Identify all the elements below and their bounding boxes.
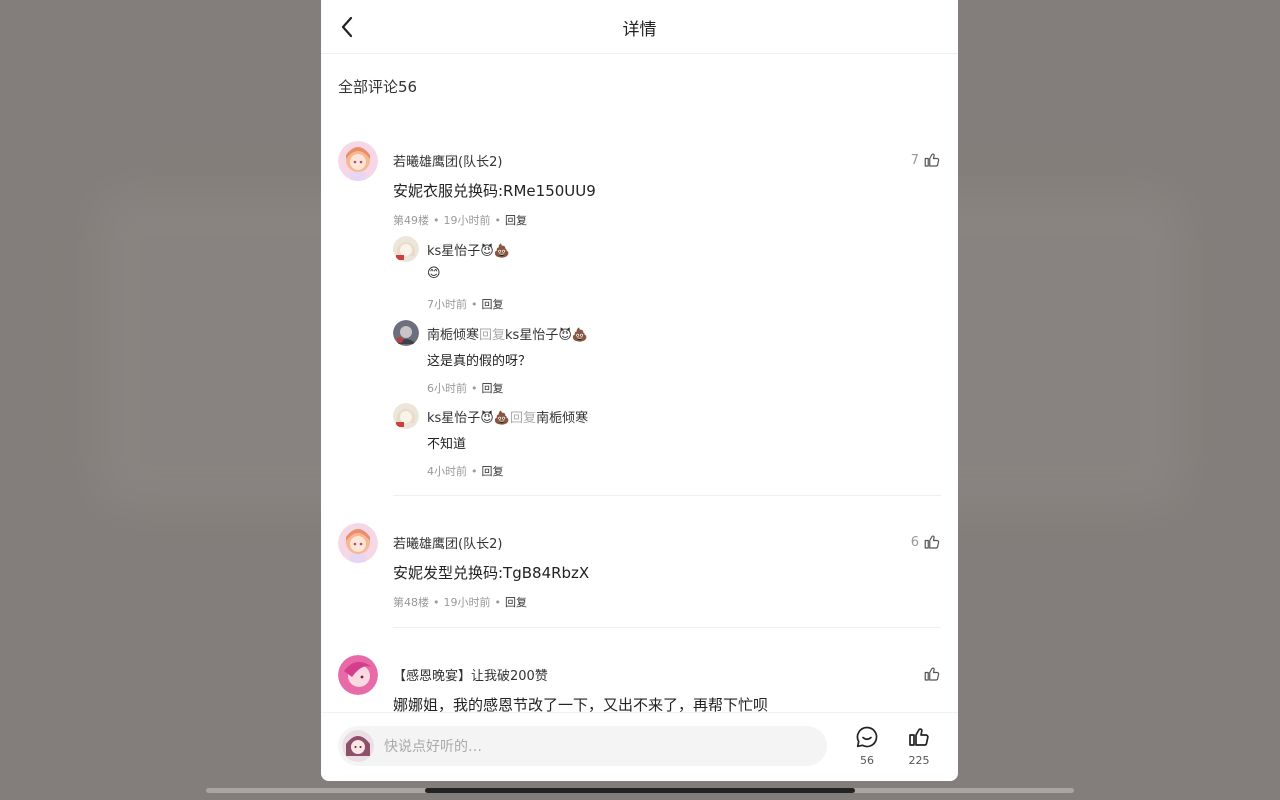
avatar[interactable] — [338, 141, 378, 181]
comment-username[interactable]: 若曦雄鹰团(队长2) — [393, 533, 502, 552]
reply-user[interactable]: 南栀倾寒 — [427, 328, 479, 343]
comment-text: 安妮衣服兑换码:RMe150UU9 — [393, 182, 596, 200]
comment-item: 若曦雄鹰团(队长2) 6 安妮发型兑换码:TgB84RbzX 第48楼 • 19小时… — [338, 523, 941, 613]
comment-meta: 第48楼 • 19小时前 • 回复 — [393, 596, 527, 609]
all-comments-heading: 全部评论56 — [338, 76, 417, 97]
comment-username[interactable]: 【感恩晚宴】让我破200赞 — [393, 665, 548, 684]
scrollbar-thumb[interactable] — [425, 788, 855, 793]
like-total: 225 — [908, 754, 930, 767]
reply-target-user[interactable]: 南栀倾寒 — [536, 411, 588, 426]
reply-meta: 4小时前 • 回复 — [427, 465, 504, 478]
reply-word: 回复 — [510, 411, 537, 426]
avatar[interactable] — [393, 320, 419, 346]
reply-word: 回复 — [479, 328, 506, 343]
like-count: 6 — [910, 534, 919, 550]
reply-text: 😊 — [427, 266, 441, 281]
comments-button[interactable]: 56 — [847, 725, 887, 767]
avatar-dark-icon — [393, 320, 419, 346]
reply-time: 7小时前 — [427, 298, 467, 311]
comment-floor: 第48楼 — [393, 596, 429, 609]
reply-text: 不知道 — [427, 437, 467, 452]
comment-meta: 第49楼 • 19小时前 • 回复 — [393, 214, 527, 227]
reply-text: 这是真的假的呀？ — [427, 354, 532, 369]
reply-username: ks星怡子😈💩回复南栀倾寒 — [427, 407, 588, 426]
avatar[interactable] — [338, 523, 378, 563]
avatar-pink-icon — [338, 655, 378, 695]
thumbs-up-icon — [924, 667, 940, 681]
like-count: 7 — [910, 152, 919, 168]
comment-username[interactable]: 若曦雄鹰团(队长2) — [393, 151, 502, 170]
reply-button[interactable]: 回复 — [482, 465, 504, 478]
divider — [393, 627, 941, 628]
comment-item: 若曦雄鹰团(队长2) 7 安妮衣服兑换码:RMe150UU9 第49楼 • 19小时… — [338, 141, 941, 501]
avatar-girl-icon — [338, 523, 378, 563]
comment-time: 19小时前 — [443, 214, 491, 227]
detail-panel: 详情 全部评论56 若曦雄鹰团(队长2) 7 安妮衣服兑换码:RMe150UU9 — [321, 0, 958, 781]
comment-count: 56 — [860, 754, 874, 767]
avatar-self-icon — [342, 730, 374, 762]
divider — [393, 495, 941, 496]
comment-text: 安妮发型兑换码:TgB84RbzX — [393, 564, 590, 582]
reply-username: ks星怡子😈💩 — [427, 240, 510, 259]
avatar[interactable] — [338, 655, 378, 695]
avatar-girl-icon — [338, 141, 378, 181]
reply-meta: 6小时前 • 回复 — [427, 382, 504, 395]
reply-button[interactable]: 回复 — [505, 214, 527, 227]
reply-time: 4小时前 — [427, 465, 467, 478]
avatar[interactable] — [393, 236, 419, 262]
like-button[interactable]: 6 — [911, 533, 941, 551]
all-comments-count: 56 — [398, 78, 418, 96]
reply-user[interactable]: ks星怡子😈💩 — [427, 411, 510, 426]
avatar[interactable] — [393, 403, 419, 429]
like-post-button[interactable]: 225 — [899, 725, 939, 767]
like-button[interactable]: 7 — [911, 151, 941, 169]
thumbs-up-icon — [909, 728, 929, 746]
reply-button[interactable]: 回复 — [482, 382, 504, 395]
reply-time: 6小时前 — [427, 382, 467, 395]
reply-button[interactable]: 回复 — [482, 298, 504, 311]
comment-input-box[interactable] — [338, 726, 827, 768]
header: 详情 — [321, 0, 958, 54]
reply-item: ks星怡子😈💩回复南栀倾寒 不知道 4小时前 • 回复 — [393, 403, 941, 483]
comment-input[interactable] — [382, 726, 816, 768]
all-comments-label: 全部评论 — [338, 78, 399, 96]
comment-time: 19小时前 — [443, 596, 491, 609]
reply-meta: 7小时前 • 回复 — [427, 298, 504, 311]
like-button[interactable] — [919, 665, 941, 683]
avatar-anime-icon — [393, 403, 419, 429]
bottom-bar: 56 225 — [321, 712, 958, 781]
thumbs-up-icon — [924, 535, 940, 549]
comment-bubble-icon — [856, 726, 878, 748]
reply-username: 南栀倾寒回复ks星怡子😈💩 — [427, 324, 588, 343]
reply-user[interactable]: ks星怡子😈💩 — [427, 244, 510, 259]
avatar — [342, 730, 374, 762]
reply-target-user[interactable]: ks星怡子😈💩 — [505, 328, 588, 343]
page-title: 详情 — [622, 20, 657, 40]
thumbs-up-icon — [924, 153, 940, 167]
reply-item: 南栀倾寒回复ks星怡子😈💩 这是真的假的呀？ 6小时前 • 回复 — [393, 320, 941, 400]
comment-floor: 第49楼 — [393, 214, 429, 227]
avatar-anime-icon — [393, 236, 419, 262]
reply-button[interactable]: 回复 — [505, 596, 527, 609]
reply-item: ks星怡子😈💩 😊 7小时前 • 回复 — [393, 236, 941, 316]
